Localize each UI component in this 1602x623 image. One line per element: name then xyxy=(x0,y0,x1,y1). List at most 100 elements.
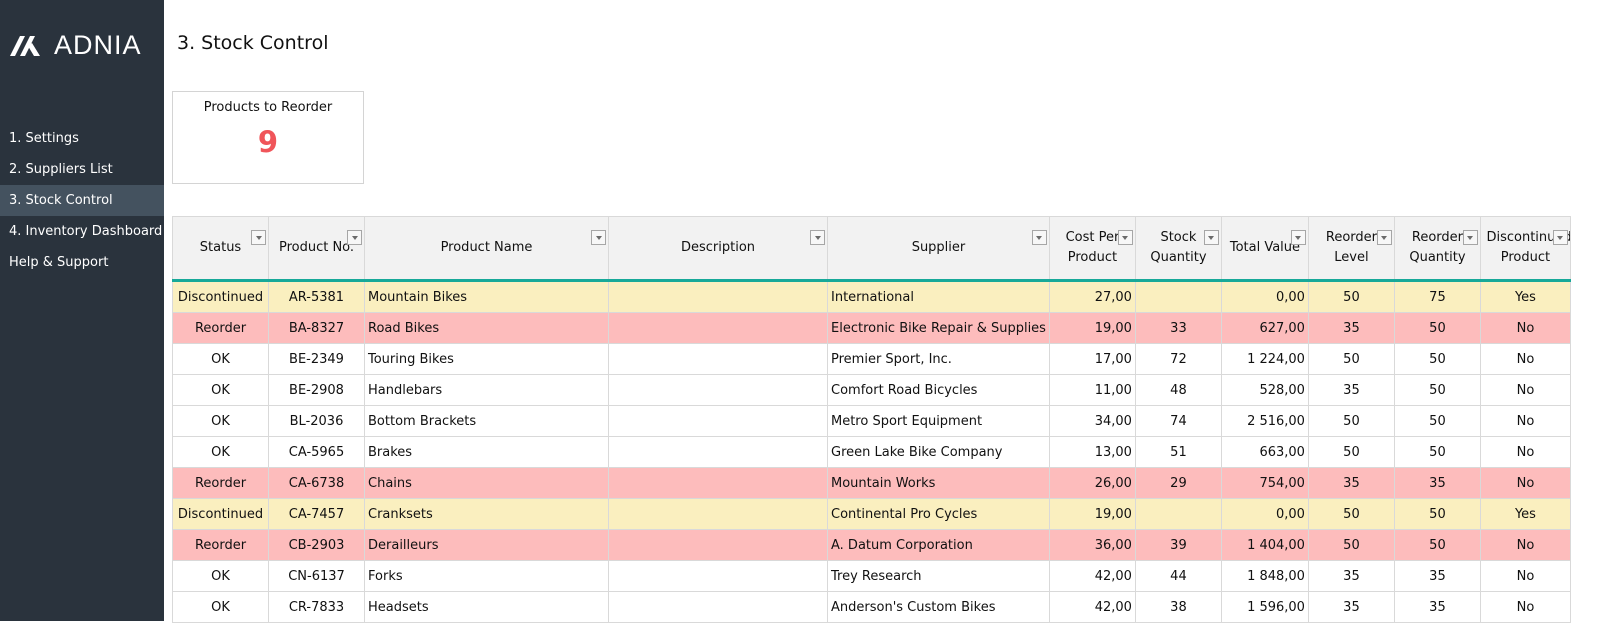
cell-discontinued[interactable]: No xyxy=(1479,529,1571,561)
cell-description[interactable] xyxy=(608,312,828,344)
cell-cost[interactable]: 17,00 xyxy=(1048,343,1136,375)
cell-cost[interactable]: 26,00 xyxy=(1048,467,1136,499)
cell-product-no[interactable]: CA-7457 xyxy=(268,498,365,530)
cell-supplier[interactable]: A. Datum Corporation xyxy=(827,529,1050,561)
table-row[interactable]: OK CR-7833 Headsets Anderson's Custom Bikes… xyxy=(172,591,1571,623)
filter-dropdown-button[interactable] xyxy=(1203,230,1219,245)
cell-reorder-qty[interactable]: 35 xyxy=(1393,591,1481,623)
cell-discontinued[interactable]: No xyxy=(1479,312,1571,344)
cell-discontinued[interactable]: Yes xyxy=(1479,498,1571,530)
cell-product-name[interactable]: Cranksets xyxy=(364,498,609,530)
cell-status[interactable]: OK xyxy=(172,343,269,375)
cell-reorder-level[interactable]: 35 xyxy=(1307,467,1395,499)
cell-description[interactable] xyxy=(608,280,828,313)
sidebar-item-stock-control[interactable]: 3. Stock Control xyxy=(0,185,164,216)
cell-supplier[interactable]: Metro Sport Equipment xyxy=(827,405,1050,437)
cell-discontinued[interactable]: No xyxy=(1479,467,1571,499)
table-row[interactable]: OK BE-2908 Handlebars Comfort Road Bicycles… xyxy=(172,374,1571,406)
cell-reorder-level[interactable]: 35 xyxy=(1307,312,1395,344)
filter-dropdown-button[interactable] xyxy=(591,230,606,245)
cell-reorder-qty[interactable]: 50 xyxy=(1393,374,1481,406)
cell-product-name[interactable]: Headsets xyxy=(364,591,609,623)
cell-description[interactable] xyxy=(608,498,828,530)
cell-product-no[interactable]: AR-5381 xyxy=(268,280,365,313)
cell-product-no[interactable]: BL-2036 xyxy=(268,405,365,437)
cell-stock[interactable]: 38 xyxy=(1134,591,1222,623)
cell-supplier[interactable]: Trey Research xyxy=(827,560,1050,592)
table-row[interactable]: OK BL-2036 Bottom Brackets Metro Sport Equi… xyxy=(172,405,1571,437)
cell-product-name[interactable]: Handlebars xyxy=(364,374,609,406)
table-row[interactable]: OK BE-2349 Touring Bikes Premier Sport, Inc… xyxy=(172,343,1571,375)
cell-stock[interactable]: 39 xyxy=(1134,529,1222,561)
cell-cost[interactable]: 19,00 xyxy=(1048,312,1136,344)
cell-description[interactable] xyxy=(608,343,828,375)
cell-total[interactable]: 627,00 xyxy=(1220,312,1309,344)
cell-cost[interactable]: 11,00 xyxy=(1048,374,1136,406)
cell-reorder-qty[interactable]: 50 xyxy=(1393,498,1481,530)
cell-product-name[interactable]: Forks xyxy=(364,560,609,592)
filter-dropdown-button[interactable] xyxy=(251,230,266,245)
cell-product-name[interactable]: Mountain Bikes xyxy=(364,280,609,313)
filter-dropdown-button[interactable] xyxy=(1031,230,1047,245)
cell-description[interactable] xyxy=(608,405,828,437)
cell-product-no[interactable]: CB-2903 xyxy=(268,529,365,561)
cell-description[interactable] xyxy=(608,467,828,499)
cell-supplier[interactable]: Electronic Bike Repair & Supplies xyxy=(827,312,1050,344)
cell-total[interactable]: 1 224,00 xyxy=(1220,343,1309,375)
cell-status[interactable]: OK xyxy=(172,591,269,623)
cell-product-no[interactable]: CA-5965 xyxy=(268,436,365,468)
cell-reorder-qty[interactable]: 50 xyxy=(1393,312,1481,344)
cell-reorder-level[interactable]: 50 xyxy=(1307,343,1395,375)
cell-stock[interactable]: 33 xyxy=(1134,312,1222,344)
cell-status[interactable]: OK xyxy=(172,374,269,406)
cell-total[interactable]: 1 848,00 xyxy=(1220,560,1309,592)
cell-product-no[interactable]: CR-7833 xyxy=(268,591,365,623)
cell-total[interactable]: 1 596,00 xyxy=(1220,591,1309,623)
cell-reorder-level[interactable]: 35 xyxy=(1307,374,1395,406)
cell-total[interactable]: 2 516,00 xyxy=(1220,405,1309,437)
table-row[interactable]: OK CN-6137 Forks Trey Research 42,00 44 1 848,… xyxy=(172,560,1571,592)
sidebar-item-help-support[interactable]: Help & Support xyxy=(0,247,164,278)
cell-reorder-qty[interactable]: 75 xyxy=(1393,280,1481,313)
cell-supplier[interactable]: Comfort Road Bicycles xyxy=(827,374,1050,406)
filter-dropdown-button[interactable] xyxy=(1290,230,1306,245)
table-row[interactable]: Reorder CB-2903 Derailleurs A. Datum Corpor… xyxy=(172,529,1571,561)
cell-stock[interactable]: 44 xyxy=(1134,560,1222,592)
cell-status[interactable]: Discontinued xyxy=(172,498,269,530)
filter-dropdown-button[interactable] xyxy=(347,230,362,245)
cell-reorder-qty[interactable]: 50 xyxy=(1393,405,1481,437)
cell-supplier[interactable]: Premier Sport, Inc. xyxy=(827,343,1050,375)
cell-description[interactable] xyxy=(608,436,828,468)
cell-description[interactable] xyxy=(608,374,828,406)
cell-cost[interactable]: 27,00 xyxy=(1048,280,1136,313)
cell-cost[interactable]: 19,00 xyxy=(1048,498,1136,530)
cell-supplier[interactable]: International xyxy=(827,280,1050,313)
filter-dropdown-button[interactable] xyxy=(1462,230,1478,245)
table-row[interactable]: Reorder CA-6738 Chains Mountain Works 26,00 2… xyxy=(172,467,1571,499)
cell-product-name[interactable]: Brakes xyxy=(364,436,609,468)
cell-status[interactable]: OK xyxy=(172,405,269,437)
cell-supplier[interactable]: Mountain Works xyxy=(827,467,1050,499)
table-row[interactable]: OK CA-5965 Brakes Green Lake Bike Company 13… xyxy=(172,436,1571,468)
cell-product-name[interactable]: Chains xyxy=(364,467,609,499)
filter-dropdown-button[interactable] xyxy=(1376,230,1392,245)
cell-reorder-level[interactable]: 50 xyxy=(1307,498,1395,530)
cell-description[interactable] xyxy=(608,591,828,623)
cell-reorder-qty[interactable]: 35 xyxy=(1393,467,1481,499)
cell-reorder-level[interactable]: 35 xyxy=(1307,591,1395,623)
cell-status[interactable]: Reorder xyxy=(172,312,269,344)
cell-reorder-level[interactable]: 50 xyxy=(1307,280,1395,313)
cell-description[interactable] xyxy=(608,560,828,592)
cell-cost[interactable]: 34,00 xyxy=(1048,405,1136,437)
cell-reorder-qty[interactable]: 35 xyxy=(1393,560,1481,592)
cell-stock[interactable] xyxy=(1134,280,1222,313)
cell-total[interactable]: 0,00 xyxy=(1220,280,1309,313)
cell-reorder-level[interactable]: 50 xyxy=(1307,529,1395,561)
filter-dropdown-button[interactable] xyxy=(810,230,825,245)
cell-cost[interactable]: 13,00 xyxy=(1048,436,1136,468)
sidebar-item-inventory-dashboard[interactable]: 4. Inventory Dashboard xyxy=(0,216,164,247)
cell-product-name[interactable]: Touring Bikes xyxy=(364,343,609,375)
cell-reorder-qty[interactable]: 50 xyxy=(1393,529,1481,561)
table-row[interactable]: Reorder BA-8327 Road Bikes Electronic Bike … xyxy=(172,312,1571,344)
cell-stock[interactable]: 51 xyxy=(1134,436,1222,468)
